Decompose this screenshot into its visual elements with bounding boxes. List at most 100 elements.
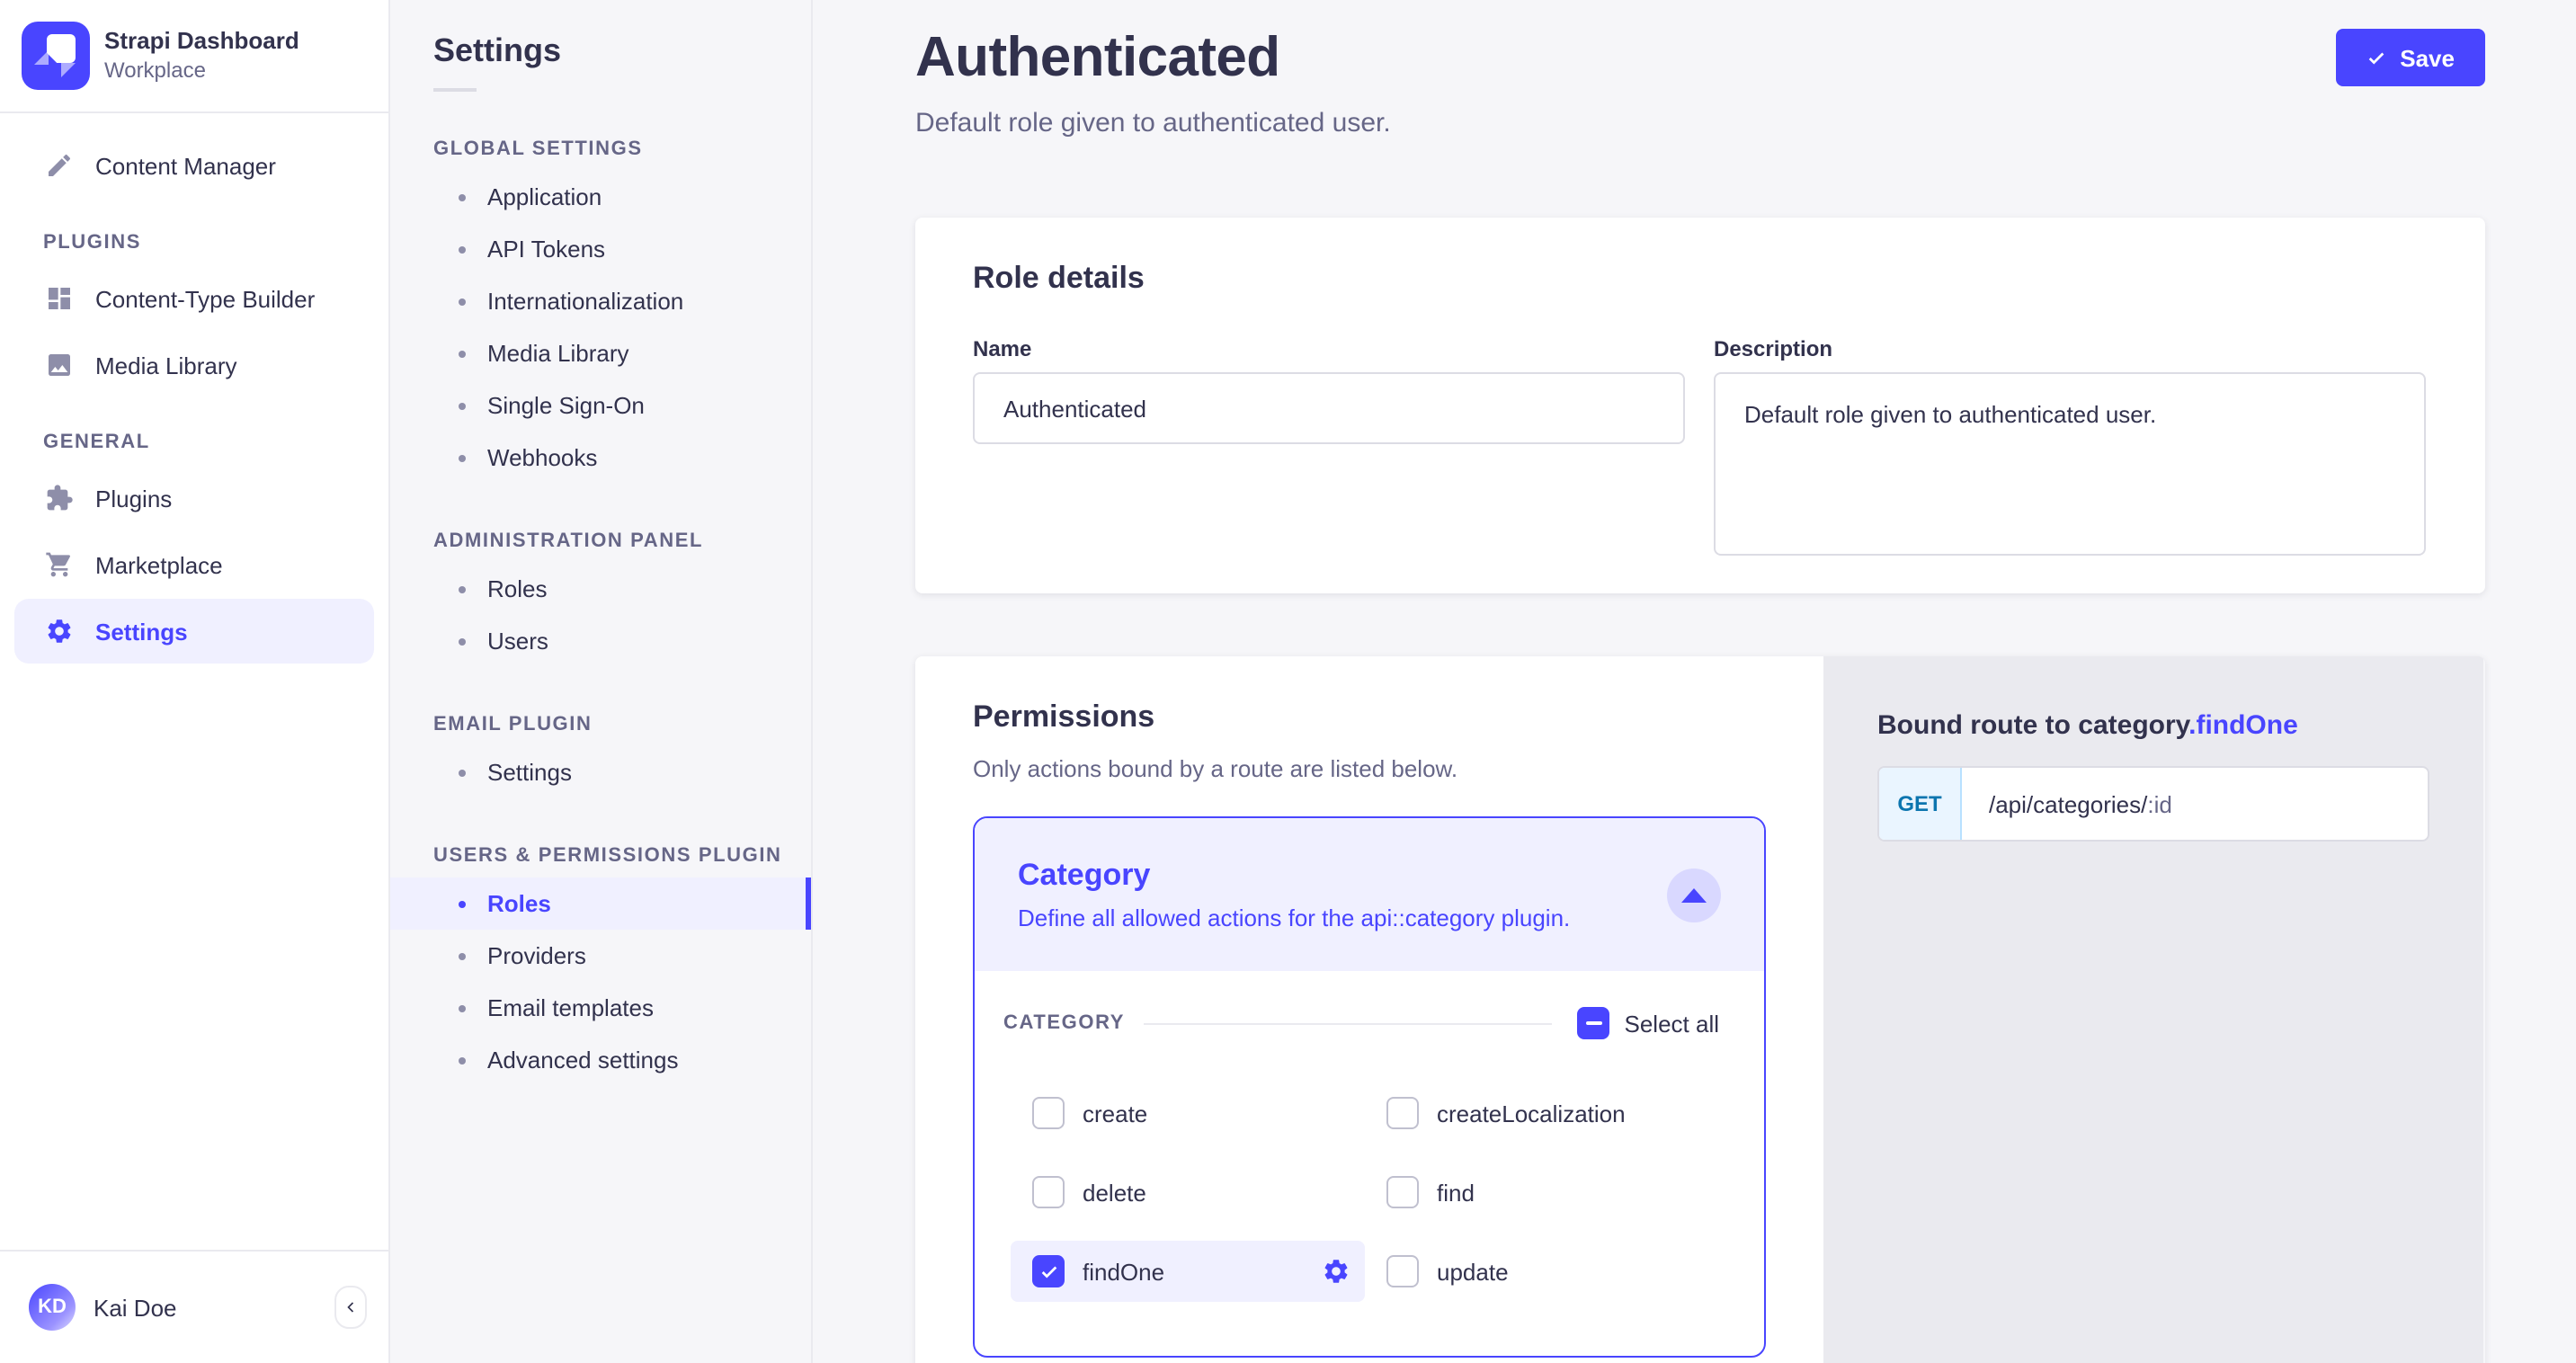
- bullet-icon: [459, 1004, 466, 1011]
- avatar[interactable]: KD: [29, 1284, 76, 1331]
- permissions-card: Permissions Only actions bound by a rout…: [915, 656, 1823, 1363]
- workspace-switcher[interactable]: Strapi Dashboard Workplace: [0, 0, 388, 113]
- bound-route-title: Bound route to category.findOne: [1877, 710, 2429, 741]
- sidebar-item-settings[interactable]: Settings: [14, 599, 374, 664]
- settings-item-label: Advanced settings: [487, 1047, 678, 1073]
- permission-label: createLocalization: [1437, 1100, 1626, 1127]
- description-textarea[interactable]: Default role given to authenticated user…: [1714, 372, 2426, 556]
- settings-nav-title: Settings: [390, 32, 811, 70]
- sidebar-item-label: Media Library: [95, 352, 237, 379]
- image-icon: [45, 351, 74, 379]
- settings-item-label: Webhooks: [487, 444, 597, 471]
- settings-item-admin-roles[interactable]: Roles: [390, 563, 811, 615]
- accordion-body: CATEGORY Select all create: [975, 971, 1764, 1356]
- bullet-icon: [459, 1056, 466, 1064]
- sidebar-item-marketplace[interactable]: Marketplace: [14, 532, 374, 597]
- createLocalization-checkbox[interactable]: [1386, 1097, 1419, 1129]
- settings-item-label: Single Sign-On: [487, 392, 645, 419]
- group-label: CATEGORY: [1003, 1012, 1125, 1034]
- settings-section-users-permissions: USERS & PERMISSIONS PLUGIN: [390, 798, 811, 877]
- name-input[interactable]: [973, 372, 1685, 444]
- select-all-checkbox[interactable]: [1578, 1007, 1610, 1039]
- settings-item-application[interactable]: Application: [390, 171, 811, 223]
- permission-update: update: [1365, 1241, 1719, 1302]
- strapi-logo-icon: [22, 22, 90, 90]
- route-path: /api/categories/:id: [1962, 768, 2172, 840]
- sidebar-item-media-library[interactable]: Media Library: [14, 333, 374, 397]
- accordion-subtitle: Define all allowed actions for the api::…: [1018, 904, 1570, 931]
- settings-item-single-sign-on[interactable]: Single Sign-On: [390, 379, 811, 432]
- settings-item-label: Users: [487, 628, 548, 655]
- workspace-name: Workplace: [104, 57, 299, 84]
- user-name: Kai Doe: [94, 1294, 316, 1321]
- settings-item-label: Roles: [487, 890, 551, 917]
- http-method-badge: GET: [1879, 768, 1962, 840]
- cart-icon: [45, 550, 74, 579]
- select-all-label: Select all: [1625, 1010, 1720, 1037]
- category-accordion-header[interactable]: Category Define all allowed actions for …: [975, 818, 1764, 971]
- settings-item-label: Application: [487, 183, 602, 210]
- layout-icon: [45, 284, 74, 313]
- settings-item-label: Email templates: [487, 994, 654, 1021]
- settings-section-admin-panel: ADMINISTRATION PANEL: [390, 484, 811, 563]
- settings-item-admin-users[interactable]: Users: [390, 615, 811, 667]
- bullet-icon: [459, 350, 466, 357]
- permission-create: create: [1011, 1082, 1365, 1144]
- findOne-settings-button[interactable]: [1322, 1257, 1350, 1286]
- settings-item-email-templates[interactable]: Email templates: [390, 982, 811, 1034]
- collapse-accordion-button[interactable]: [1667, 868, 1721, 922]
- bound-route-title-prefix: Bound route to category: [1877, 710, 2188, 741]
- settings-item-api-tokens[interactable]: API Tokens: [390, 223, 811, 275]
- update-checkbox[interactable]: [1386, 1255, 1419, 1287]
- settings-item-label: Media Library: [487, 340, 629, 367]
- save-button-label: Save: [2400, 44, 2455, 71]
- permissions-section: Permissions Only actions bound by a rout…: [915, 656, 2485, 1363]
- settings-section-email-plugin: EMAIL PLUGIN: [390, 667, 811, 746]
- settings-item-internationalization[interactable]: Internationalization: [390, 275, 811, 327]
- sidebar-item-label: Settings: [95, 618, 188, 645]
- permission-label: create: [1083, 1100, 1147, 1127]
- delete-checkbox[interactable]: [1032, 1176, 1065, 1208]
- category-accordion: Category Define all allowed actions for …: [973, 816, 1766, 1358]
- bullet-icon: [459, 769, 466, 776]
- create-checkbox[interactable]: [1032, 1097, 1065, 1129]
- bullet-icon: [459, 585, 466, 592]
- settings-item-providers[interactable]: Providers: [390, 930, 811, 982]
- settings-section-global: GLOBAL SETTINGS: [390, 92, 811, 171]
- bullet-icon: [459, 637, 466, 645]
- settings-item-label: Internationalization: [487, 288, 683, 315]
- sidebar-item-content-type-builder[interactable]: Content-Type Builder: [14, 266, 374, 331]
- permission-createLocalization: createLocalization: [1365, 1082, 1719, 1144]
- route-path-base: /api/categories/: [1989, 790, 2147, 817]
- collapse-sidebar-button[interactable]: [334, 1286, 367, 1329]
- bullet-icon: [459, 402, 466, 409]
- role-details-card: Role details Name Description Default ro…: [915, 218, 2485, 593]
- pen-icon: [45, 151, 74, 180]
- findOne-checkbox[interactable]: [1032, 1255, 1065, 1287]
- settings-item-label: Providers: [487, 942, 586, 969]
- select-all-control[interactable]: Select all: [1578, 1007, 1720, 1039]
- permission-delete: delete: [1011, 1162, 1365, 1223]
- save-button[interactable]: Save: [2335, 29, 2485, 86]
- accordion-title: Category: [1018, 858, 1570, 894]
- settings-item-label: API Tokens: [487, 236, 605, 263]
- sidebar-section-plugins: PLUGINS: [0, 200, 388, 264]
- app-window: Strapi Dashboard Workplace Content Manag…: [0, 0, 2576, 1363]
- check-icon: [2366, 48, 2385, 67]
- sidebar-item-content-manager[interactable]: Content Manager: [14, 133, 374, 198]
- sidebar-item-plugins[interactable]: Plugins: [14, 466, 374, 530]
- permission-find: find: [1365, 1162, 1719, 1223]
- route-display: GET /api/categories/:id: [1877, 766, 2429, 842]
- puzzle-icon: [45, 484, 74, 512]
- sidebar-item-label: Plugins: [95, 485, 172, 512]
- sidebar-item-label: Marketplace: [95, 551, 223, 578]
- main-sidebar: Strapi Dashboard Workplace Content Manag…: [0, 0, 390, 1363]
- settings-item-media-library[interactable]: Media Library: [390, 327, 811, 379]
- settings-item-up-roles[interactable]: Roles: [390, 877, 811, 930]
- settings-item-label: Roles: [487, 575, 548, 602]
- settings-item-advanced-settings[interactable]: Advanced settings: [390, 1034, 811, 1086]
- find-checkbox[interactable]: [1386, 1176, 1419, 1208]
- settings-item-webhooks[interactable]: Webhooks: [390, 432, 811, 484]
- app-title: Strapi Dashboard: [104, 28, 299, 58]
- settings-item-email-settings[interactable]: Settings: [390, 746, 811, 798]
